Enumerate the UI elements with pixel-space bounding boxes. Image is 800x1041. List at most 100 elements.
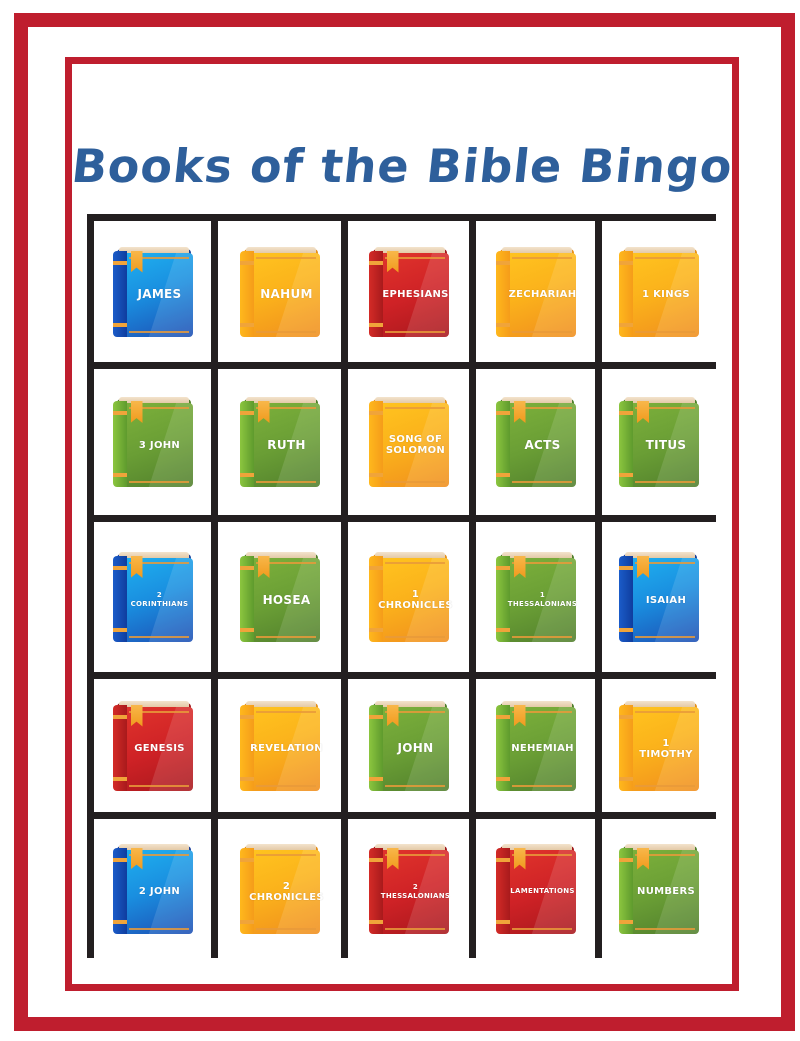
book-label: Zechariah [508,289,577,300]
spine-band [495,473,510,477]
spine-band [619,322,633,327]
book-icon: Hosea [239,552,320,642]
book-spine [368,250,383,337]
book-icon: 2 Chronicles [239,843,324,934]
bingo-cell[interactable]: 2 John [94,819,211,958]
bingo-cell[interactable]: 2 Corinthians [94,522,211,672]
spine-band [239,260,254,265]
book-label: 3 John [138,439,181,451]
spine-band [239,776,254,781]
bingo-cell[interactable]: 1 Thessalonians [476,522,595,672]
book-icon: 3 John [112,397,193,487]
spine-band [112,411,127,415]
book-icon: Isaiah [619,552,699,642]
spine-band [239,919,254,924]
book-icon: Revelation [239,700,323,791]
book-icon: John [368,700,449,791]
book-spine [495,401,510,487]
bingo-cell[interactable]: 1 Kings [602,221,716,362]
spine-band [619,776,633,781]
book-spine [112,401,127,487]
book-icon: Titus [619,397,699,487]
book-icon: 1 Chronicles [368,552,453,642]
bingo-cell[interactable]: 3 John [94,369,211,515]
bingo-cell[interactable]: Zechariah [476,221,595,362]
book-label: Numbers [637,886,695,897]
bingo-cell[interactable]: 1 Timothy [602,679,716,812]
book-label: Ephesians [382,289,449,300]
spine-band [495,919,510,924]
book-label: Revelation [250,743,323,754]
bingo-cell[interactable]: Numbers [602,819,716,958]
bingo-cell[interactable]: Lamentations [476,819,595,958]
spine-band [495,857,510,862]
book-spine [368,704,383,791]
spine-band [112,776,127,781]
bingo-cell[interactable]: James [94,221,211,362]
bingo-cell[interactable]: 1 Chronicles [348,522,469,672]
spine-band [619,714,633,719]
spine-band [368,919,383,924]
spine-band [239,411,254,415]
book-spine [619,401,633,487]
spine-band [368,714,383,719]
bingo-cell[interactable]: 2 Chronicles [218,819,341,958]
book-icon: 2 John [112,843,193,934]
spine-band [112,857,127,862]
book-label: 1 Thessalonians [507,591,578,608]
spine-band [239,473,254,477]
spine-band [112,919,127,924]
book-spine [495,250,510,337]
book-label: 1 Chronicles [378,589,453,611]
bingo-cell[interactable]: Genesis [94,679,211,812]
bingo-cell[interactable]: Revelation [218,679,341,812]
book-label: Lamentations [510,887,575,895]
spine-band [239,322,254,327]
book-icon: James [112,246,193,337]
spine-band [239,714,254,719]
bingo-cell[interactable]: Nehemiah [476,679,595,812]
book-label: James [137,287,182,301]
bingo-cell[interactable]: Isaiah [602,522,716,672]
book-spine [239,250,254,337]
bingo-cell[interactable]: Hosea [218,522,341,672]
spine-band [112,628,127,632]
book-icon: Ephesians [368,246,449,337]
book-spine [619,556,633,642]
book-spine [619,847,633,934]
book-icon: Nahum [239,246,320,337]
spine-band [112,473,127,477]
bingo-cell[interactable]: Ephesians [348,221,469,362]
book-icon: 1 Timothy [619,700,699,791]
bingo-cell[interactable]: Acts [476,369,595,515]
book-label: Isaiah [645,594,687,606]
book-spine [112,556,127,642]
book-label: 2 Chronicles [249,880,324,903]
spine-band [368,628,383,632]
book-icon: Zechariah [495,246,577,337]
book-icon: 1 Kings [619,246,699,337]
bingo-cell[interactable]: Ruth [218,369,341,515]
book-label: 2 Corinthians [130,591,189,608]
spine-band [619,919,633,924]
bingo-cell[interactable]: Titus [602,369,716,515]
book-label: 2 John [138,886,181,897]
book-spine [495,704,510,791]
bingo-cell[interactable]: John [348,679,469,812]
book-label: John [397,741,434,755]
spine-band [495,776,510,781]
spine-band [619,857,633,862]
bingo-cell[interactable]: 2 Thessalonians [348,819,469,958]
book-icon: Numbers [619,843,699,934]
spine-band [112,566,127,570]
bingo-cell[interactable]: Nahum [218,221,341,362]
book-label: Hosea [262,592,311,607]
spine-band [619,473,633,477]
book-icon: Lamentations [495,843,576,934]
book-icon: 1 Thessalonians [495,552,578,642]
spine-band [495,714,510,719]
spine-band [368,566,383,570]
spine-band [112,322,127,327]
book-spine [112,704,127,791]
bingo-cell[interactable]: Song of Solomon [348,369,469,515]
